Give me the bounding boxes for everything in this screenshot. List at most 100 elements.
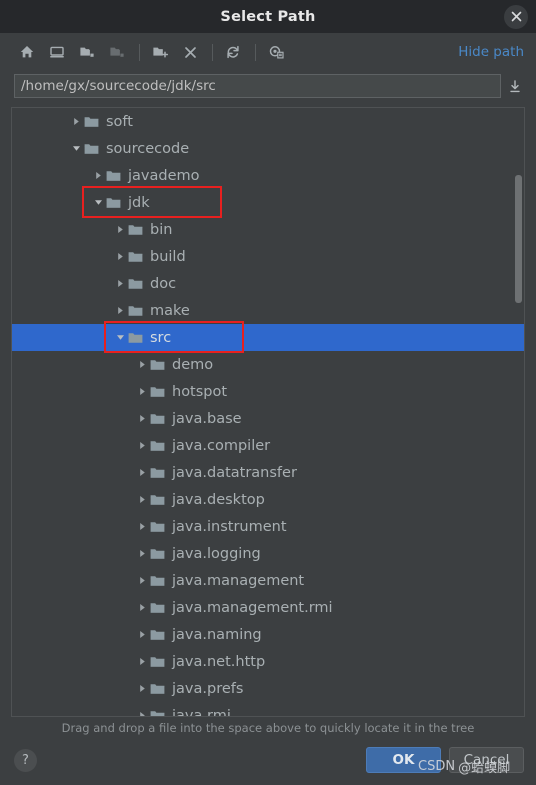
delete-icon[interactable] bbox=[177, 39, 203, 65]
folder-icon bbox=[150, 682, 169, 695]
project-folder-icon[interactable] bbox=[74, 39, 100, 65]
folder-icon bbox=[150, 655, 169, 668]
tree-row-label: javademo bbox=[128, 167, 200, 184]
chevron-down-icon[interactable] bbox=[90, 189, 106, 216]
tree-row-label: sourcecode bbox=[106, 140, 190, 157]
folder-icon bbox=[128, 250, 147, 263]
chevron-right-icon[interactable] bbox=[68, 108, 84, 135]
folder-icon bbox=[150, 493, 169, 506]
chevron-right-icon[interactable] bbox=[112, 216, 128, 243]
tree-row-soft[interactable]: soft bbox=[12, 108, 524, 135]
folder-icon bbox=[150, 574, 169, 587]
path-row bbox=[0, 71, 536, 101]
chevron-right-icon[interactable] bbox=[134, 567, 150, 594]
dialog-footer: ? OK Cancel bbox=[0, 739, 536, 785]
chevron-right-icon[interactable] bbox=[134, 702, 150, 716]
tree-row-java-instrument[interactable]: java.instrument bbox=[12, 513, 524, 540]
tree-row-java-management-rmi[interactable]: java.management.rmi bbox=[12, 594, 524, 621]
tree-row-label: java.desktop bbox=[172, 491, 265, 508]
chevron-right-icon[interactable] bbox=[112, 297, 128, 324]
tree-row-java-compiler[interactable]: java.compiler bbox=[12, 432, 524, 459]
tree-row-make[interactable]: make bbox=[12, 297, 524, 324]
folder-icon bbox=[150, 412, 169, 425]
cancel-button[interactable]: Cancel bbox=[449, 747, 524, 773]
tree-row-label: java.management.rmi bbox=[172, 599, 333, 616]
chevron-right-icon[interactable] bbox=[134, 648, 150, 675]
chevron-right-icon[interactable] bbox=[112, 243, 128, 270]
chevron-down-icon[interactable] bbox=[68, 135, 84, 162]
expand-path-icon[interactable] bbox=[504, 74, 526, 98]
tree-row-sourcecode[interactable]: sourcecode bbox=[12, 135, 524, 162]
tree-row-label: java.prefs bbox=[172, 680, 244, 697]
folder-icon bbox=[84, 142, 103, 155]
dialog-titlebar: Select Path bbox=[0, 0, 536, 33]
chevron-right-icon[interactable] bbox=[112, 270, 128, 297]
chevron-right-icon[interactable] bbox=[134, 486, 150, 513]
toolbar-separator bbox=[212, 43, 213, 61]
tree-row-label: demo bbox=[172, 356, 214, 373]
refresh-icon[interactable] bbox=[220, 39, 246, 65]
tree-scrollbar[interactable] bbox=[513, 108, 524, 716]
show-hidden-files-icon[interactable] bbox=[263, 39, 289, 65]
close-icon bbox=[511, 11, 522, 22]
tree-row-label: bin bbox=[150, 221, 173, 238]
tree-row-hotspot[interactable]: hotspot bbox=[12, 378, 524, 405]
tree-row-label: java.base bbox=[172, 410, 242, 427]
tree-row-java-base[interactable]: java.base bbox=[12, 405, 524, 432]
tree-row-java-rmi[interactable]: java.rmi bbox=[12, 702, 524, 716]
chevron-right-icon[interactable] bbox=[134, 540, 150, 567]
chevron-right-icon[interactable] bbox=[134, 405, 150, 432]
chevron-right-icon[interactable] bbox=[134, 378, 150, 405]
ok-button[interactable]: OK bbox=[366, 747, 441, 773]
help-button[interactable]: ? bbox=[14, 748, 37, 772]
folder-icon bbox=[150, 358, 169, 371]
tree-row-java-logging[interactable]: java.logging bbox=[12, 540, 524, 567]
tree-row-label: java.naming bbox=[172, 626, 262, 643]
tree-row-jdk[interactable]: jdk bbox=[12, 189, 524, 216]
chevron-right-icon[interactable] bbox=[134, 459, 150, 486]
chevron-right-icon[interactable] bbox=[134, 594, 150, 621]
tree-row-label: build bbox=[150, 248, 186, 265]
chevron-right-icon[interactable] bbox=[134, 432, 150, 459]
hide-path-link[interactable]: Hide path bbox=[458, 44, 524, 60]
tree-row-label: jdk bbox=[128, 194, 150, 211]
tree-row-label: java.instrument bbox=[172, 518, 287, 535]
tree-row-java-management[interactable]: java.management bbox=[12, 567, 524, 594]
tree-row-java-desktop[interactable]: java.desktop bbox=[12, 486, 524, 513]
desktop-icon[interactable] bbox=[44, 39, 70, 65]
tree-scrollbar-thumb[interactable] bbox=[515, 174, 522, 303]
tree-row-src[interactable]: src bbox=[12, 324, 524, 351]
tree-row-label: java.rmi bbox=[172, 707, 231, 717]
tree-row-java-naming[interactable]: java.naming bbox=[12, 621, 524, 648]
tree-row-label: soft bbox=[106, 113, 133, 130]
folder-icon bbox=[150, 385, 169, 398]
toolbar-separator bbox=[255, 43, 256, 61]
tree-row-java-prefs[interactable]: java.prefs bbox=[12, 675, 524, 702]
path-input[interactable] bbox=[14, 74, 501, 98]
folder-icon bbox=[150, 628, 169, 641]
tree-row-java-net-http[interactable]: java.net.http bbox=[12, 648, 524, 675]
tree-row-build[interactable]: build bbox=[12, 243, 524, 270]
directory-tree[interactable]: soft sourcecode javademo jdk bin build doc make… bbox=[12, 108, 524, 716]
chevron-right-icon[interactable] bbox=[90, 162, 106, 189]
home-icon[interactable] bbox=[14, 39, 40, 65]
directory-tree-panel: soft sourcecode javademo jdk bin build doc make… bbox=[11, 107, 525, 717]
chevron-right-icon[interactable] bbox=[134, 621, 150, 648]
close-button[interactable] bbox=[504, 4, 528, 29]
tree-row-label: hotspot bbox=[172, 383, 228, 400]
chevron-right-icon[interactable] bbox=[134, 675, 150, 702]
tree-row-java-datatransfer[interactable]: java.datatransfer bbox=[12, 459, 524, 486]
chevron-right-icon[interactable] bbox=[134, 351, 150, 378]
dialog-title: Select Path bbox=[220, 8, 316, 25]
tree-row-demo[interactable]: demo bbox=[12, 351, 524, 378]
tree-row-javademo[interactable]: javademo bbox=[12, 162, 524, 189]
tree-row-doc[interactable]: doc bbox=[12, 270, 524, 297]
tree-row-bin[interactable]: bin bbox=[12, 216, 524, 243]
tree-row-label: doc bbox=[150, 275, 177, 292]
chevron-right-icon[interactable] bbox=[134, 513, 150, 540]
new-folder-icon[interactable] bbox=[147, 39, 173, 65]
chevron-down-icon[interactable] bbox=[112, 324, 128, 351]
tree-row-label: java.management bbox=[172, 572, 305, 589]
folder-icon bbox=[150, 466, 169, 479]
tree-row-label: java.logging bbox=[172, 545, 261, 562]
